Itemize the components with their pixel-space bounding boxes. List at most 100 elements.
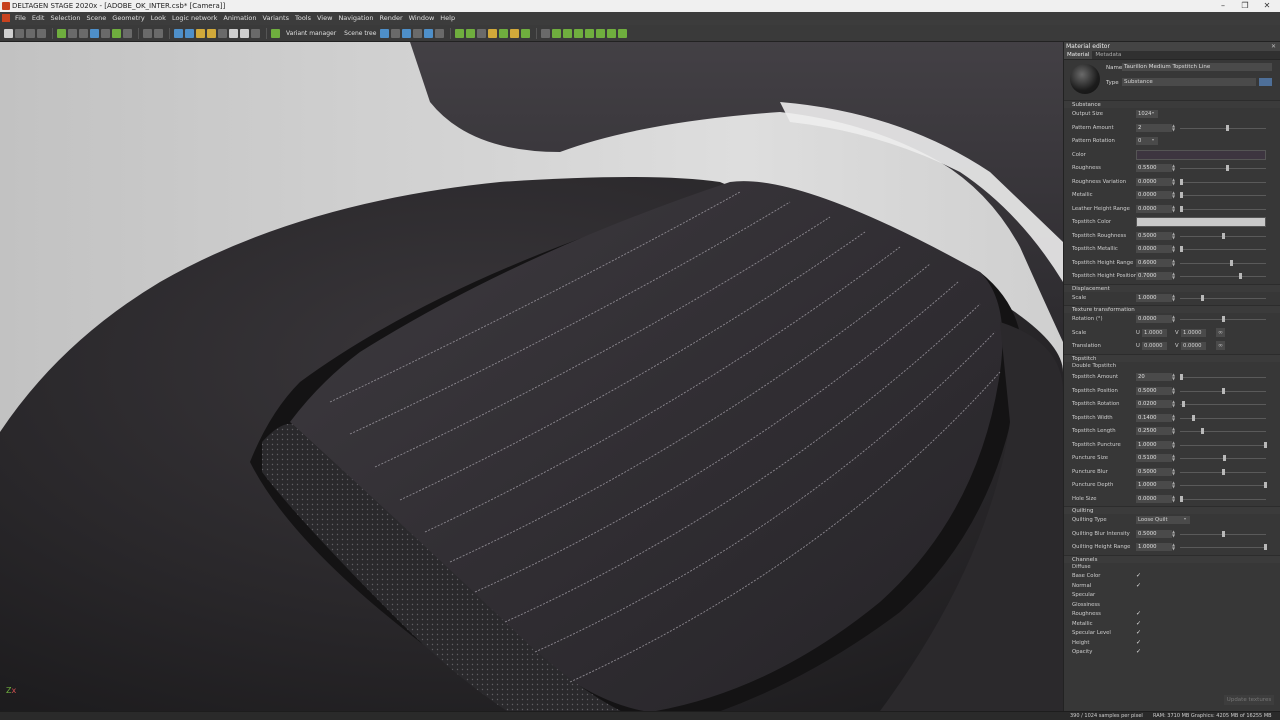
topstitch-roughness-value[interactable]: 0.5000 <box>1136 231 1172 240</box>
menu-logic-network[interactable]: Logic network <box>169 12 220 25</box>
light-icon[interactable] <box>196 28 205 38</box>
grid-icon[interactable] <box>143 28 152 38</box>
puncture-depth-value[interactable]: 1.0000 <box>1136 481 1172 489</box>
quilting-height-range-spinner[interactable]: ▲ ▼ <box>1172 543 1175 551</box>
topstitch-metallic-slider[interactable] <box>1180 249 1266 250</box>
layers-icon[interactable] <box>391 28 401 38</box>
view-single-icon[interactable] <box>477 28 487 38</box>
topstitch-height-range-value[interactable]: 0.6000 <box>1136 258 1172 267</box>
section-quilting[interactable]: Quilting <box>1064 506 1280 514</box>
rotation-slider-handle[interactable] <box>1222 316 1225 322</box>
menu-selection[interactable]: Selection <box>47 12 83 25</box>
hole-size-value[interactable]: 0.0000 <box>1136 494 1172 503</box>
topstitch-width-slider-handle[interactable] <box>1192 414 1195 421</box>
topstitch-amount-slider-handle[interactable] <box>1180 374 1183 380</box>
topstitch-width-value[interactable]: 0.1400 <box>1136 413 1172 422</box>
highlight-icon[interactable] <box>488 28 498 38</box>
maximize-button[interactable]: ❐ <box>1234 0 1256 12</box>
render-viewport[interactable]: Zx <box>0 42 1063 711</box>
pattern-amount-spinner[interactable]: ▲ ▼ <box>1172 123 1175 132</box>
variant-manager-button[interactable]: Variant manager <box>286 30 336 37</box>
type-action-button[interactable] <box>1259 78 1272 86</box>
quilting-blur-intensity-value[interactable]: 0.5000 <box>1136 529 1172 538</box>
menu-scene[interactable]: Scene <box>83 12 109 25</box>
scale-u-field[interactable]: 1.0000 <box>1142 328 1167 337</box>
camera-persp-icon[interactable] <box>618 28 628 38</box>
camera-right-icon[interactable] <box>585 28 595 38</box>
panel-close-icon[interactable]: ✕ <box>1271 42 1276 51</box>
material-name-field[interactable]: Taurillon Medium Topstitch Line <box>1122 63 1272 71</box>
section-channels[interactable]: Channels <box>1064 554 1280 563</box>
topstitch-height-position-value[interactable]: 0.7000 <box>1136 272 1172 280</box>
camera-icon[interactable] <box>218 28 227 38</box>
topstitch-rotation-spinner[interactable]: ▲ ▼ <box>1172 400 1175 408</box>
save-icon[interactable] <box>26 28 35 38</box>
select-tool-icon[interactable] <box>57 28 66 38</box>
quilting-type-select[interactable]: Loose Quilt <box>1136 516 1190 524</box>
topstitch-puncture-value[interactable]: 1.0000 <box>1136 440 1172 449</box>
menu-tools[interactable]: Tools <box>292 12 314 25</box>
rotation-spinner[interactable]: ▲ ▼ <box>1172 315 1175 323</box>
metallic-spinner[interactable]: ▲ ▼ <box>1172 191 1175 199</box>
camera-left-icon[interactable] <box>574 28 584 38</box>
channel-opacity-checkbox[interactable]: ✓ <box>1136 648 1141 655</box>
puncture-depth-slider[interactable] <box>1180 485 1266 486</box>
refresh-icon[interactable] <box>112 28 121 38</box>
topstitch-rotation-slider[interactable] <box>1180 404 1266 405</box>
globe-icon[interactable] <box>251 28 260 38</box>
topstitch-length-slider[interactable] <box>1180 431 1266 432</box>
update-textures-button[interactable]: Update textures <box>1224 695 1274 705</box>
camera-fit-icon[interactable] <box>541 28 551 38</box>
info-icon[interactable] <box>424 28 434 38</box>
section-topstitch[interactable]: Topstitch <box>1064 353 1280 362</box>
topstitch-rotation-value[interactable]: 0.0200 <box>1136 400 1172 408</box>
section-substance[interactable]: Substance <box>1064 100 1280 108</box>
roughness-slider-handle[interactable] <box>1226 165 1229 171</box>
quilting-blur-intensity-spinner[interactable]: ▲ ▼ <box>1172 529 1175 538</box>
topstitch-metallic-spinner[interactable]: ▲ ▼ <box>1172 245 1175 253</box>
topstitch-amount-value[interactable]: 20 <box>1136 373 1172 381</box>
environment-icon[interactable] <box>207 28 216 38</box>
new-file-icon[interactable] <box>4 28 13 38</box>
topstitch-height-range-spinner[interactable]: ▲ ▼ <box>1172 258 1175 267</box>
hole-size-slider-handle[interactable] <box>1180 495 1183 502</box>
camera-front-icon[interactable] <box>552 28 562 38</box>
topstitch-height-position-slider-handle[interactable] <box>1239 273 1242 279</box>
scale-value[interactable]: 1.0000 <box>1136 293 1172 302</box>
menu-geometry[interactable]: Geometry <box>109 12 147 25</box>
topstitch-height-position-spinner[interactable]: ▲ ▼ <box>1172 272 1175 280</box>
topstitch-height-range-slider-handle[interactable] <box>1230 259 1233 266</box>
pattern-amount-value[interactable]: 2 <box>1136 123 1172 132</box>
quilting-type-dropdown-arrow-icon[interactable]: ▾ <box>1184 517 1186 521</box>
quilting-blur-intensity-slider-handle[interactable] <box>1222 530 1225 537</box>
pattern-rotation-select[interactable]: 0 <box>1136 137 1158 145</box>
channel-height-checkbox[interactable]: ✓ <box>1136 639 1141 646</box>
material-type-select[interactable]: Substance <box>1122 78 1256 86</box>
topstitch-length-slider-handle[interactable] <box>1201 428 1204 434</box>
channel-base-color-checkbox[interactable]: ✓ <box>1136 572 1141 579</box>
channel-roughness-checkbox[interactable]: ✓ <box>1136 610 1141 617</box>
topstitch-position-spinner[interactable]: ▲ ▼ <box>1172 386 1175 395</box>
topstitch-height-position-slider[interactable] <box>1180 276 1266 277</box>
library-icon[interactable] <box>402 28 412 38</box>
material-icon[interactable] <box>185 28 194 38</box>
translation-link-icon[interactable]: ∞ <box>1216 341 1225 350</box>
rotate-tool-icon[interactable] <box>79 28 88 38</box>
puncture-size-spinner[interactable]: ▲ ▼ <box>1172 454 1175 462</box>
topstitch-amount-slider[interactable] <box>1180 377 1266 378</box>
output-size-select[interactable]: 1024 <box>1136 110 1158 118</box>
camera-bottom-icon[interactable] <box>607 28 617 38</box>
menu-animation[interactable]: Animation <box>220 12 259 25</box>
metallic-slider-handle[interactable] <box>1180 192 1183 198</box>
menu-look[interactable]: Look <box>148 12 169 25</box>
rotation-value[interactable]: 0.0000 <box>1136 315 1172 323</box>
topstitch-metallic-value[interactable]: 0.0000 <box>1136 245 1172 253</box>
puncture-depth-spinner[interactable]: ▲ ▼ <box>1172 481 1175 489</box>
move-tool-icon[interactable] <box>68 28 77 38</box>
menu-edit[interactable]: Edit <box>29 12 48 25</box>
metallic-slider[interactable] <box>1180 195 1266 196</box>
view-split-icon[interactable] <box>466 28 476 38</box>
topstitch-metallic-slider-handle[interactable] <box>1180 246 1183 252</box>
topstitch-color-swatch[interactable] <box>1136 217 1266 227</box>
menu-navigation[interactable]: Navigation <box>335 12 376 25</box>
